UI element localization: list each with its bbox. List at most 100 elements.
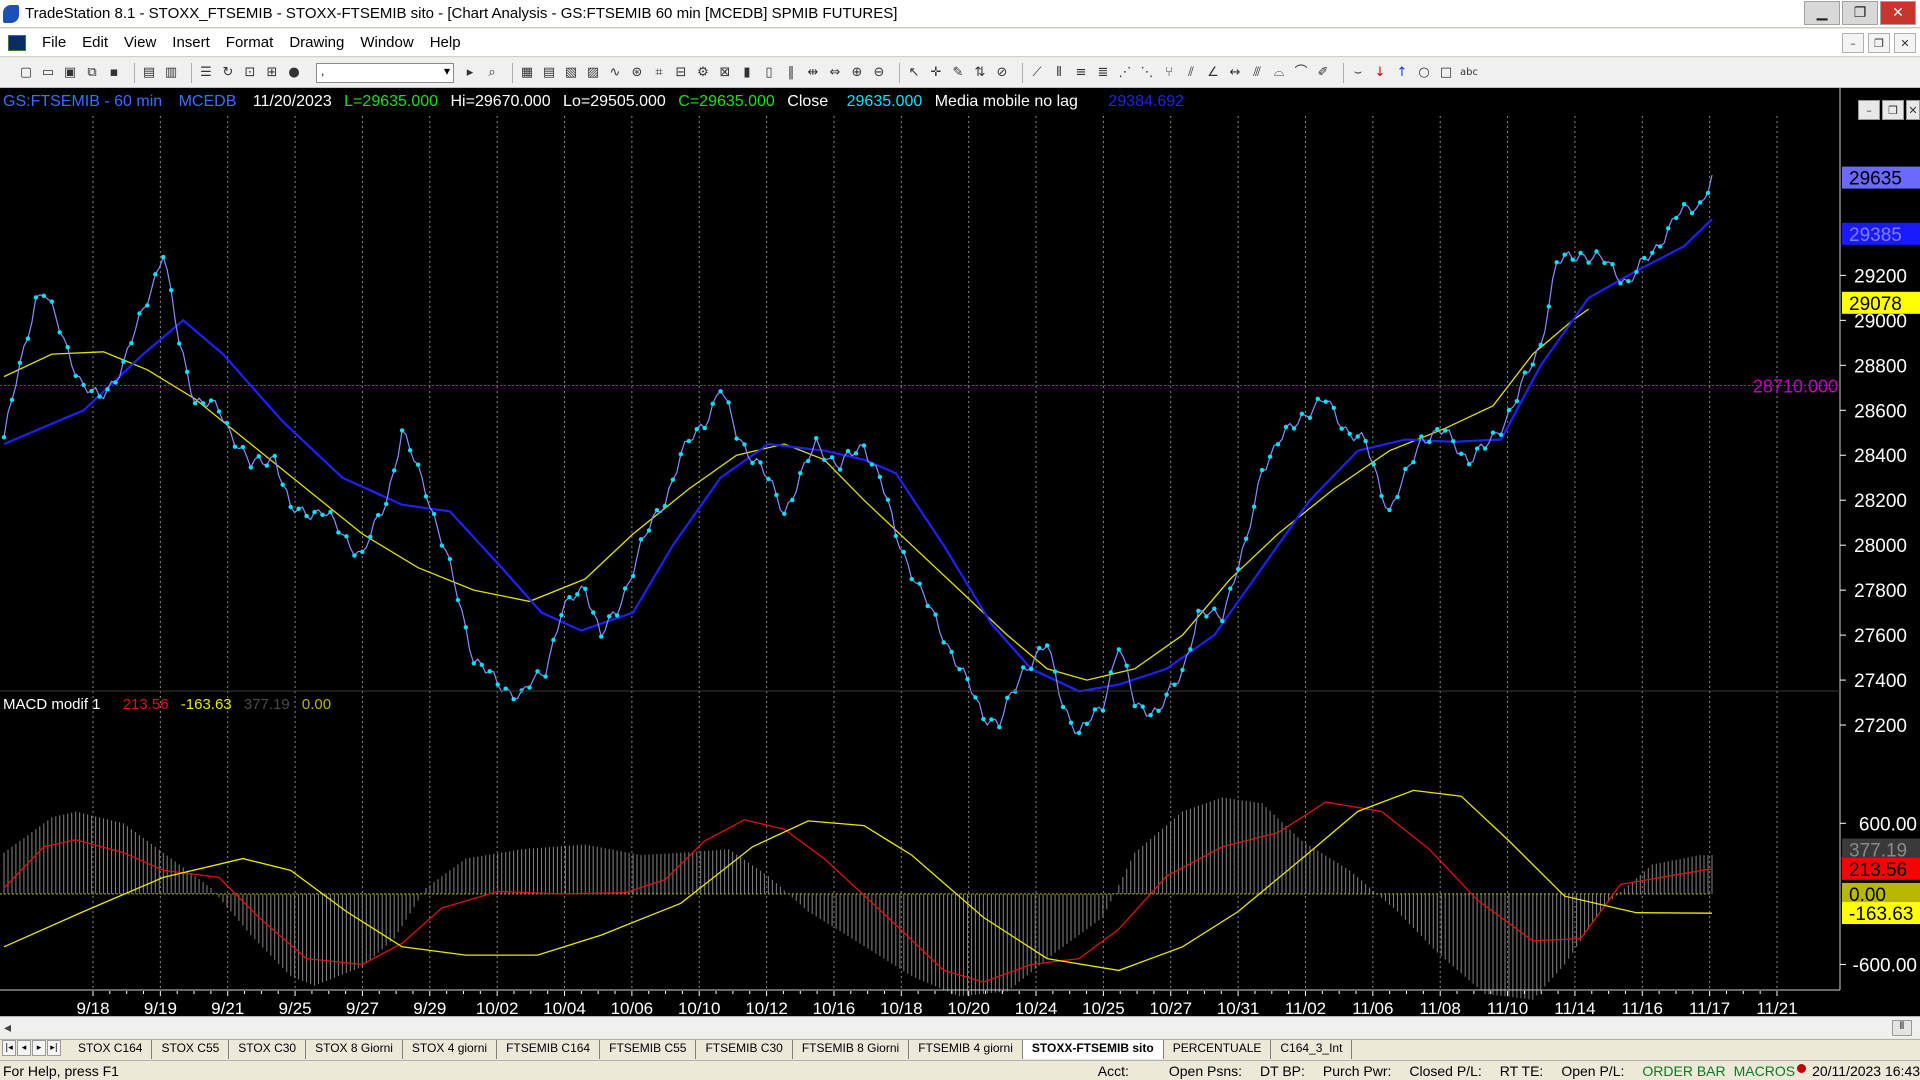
save-icon[interactable]: ▪ (106, 65, 122, 81)
status-order-bar[interactable]: ORDER BAR (1642, 1063, 1725, 1079)
menu-insert[interactable]: Insert (164, 34, 218, 51)
pencil-icon[interactable]: ✐ (1315, 65, 1331, 81)
subwindow-minimize-button[interactable]: – (1858, 100, 1880, 120)
tab-item[interactable]: STOX 8 Giorni (306, 1040, 403, 1059)
up-arrow-icon[interactable]: ↑ (1394, 65, 1410, 81)
regression-icon[interactable]: ⫽ (1183, 65, 1199, 81)
minimize-button[interactable]: ▁ (1804, 1, 1840, 25)
arc-icon[interactable]: ⌓ (1271, 65, 1287, 81)
chart-canvas[interactable]: 28710.000 27200 27400 27600 27800 28000 28200… (0, 88, 1920, 1016)
text-icon[interactable]: abc (1460, 65, 1478, 81)
tools-icon[interactable]: ✎ (950, 65, 966, 81)
menu-edit[interactable]: Edit (74, 34, 116, 51)
tab-item[interactable]: STOX C30 (229, 1040, 307, 1059)
tab-item[interactable]: FTSEMIB C55 (600, 1040, 697, 1059)
symbol-combo[interactable]: , (316, 62, 454, 83)
zoom-in-icon[interactable]: ⊕ (849, 65, 865, 81)
status-macros[interactable]: MACROS (1734, 1063, 1795, 1079)
zoom-out-icon[interactable]: ⊖ (871, 65, 887, 81)
vertical-lines-icon[interactable]: ⦀ (1051, 65, 1067, 81)
andrews-pitchfork-icon[interactable]: ⑂ (1161, 65, 1177, 81)
crosshair-icon[interactable]: ✛ (928, 65, 944, 81)
workspace-icon[interactable]: ⊞ (264, 65, 280, 81)
lock-icon[interactable]: ⊡ (242, 65, 258, 81)
horizontal-reference-line[interactable]: 28710.000 (0, 377, 1840, 397)
order-icon[interactable]: ⇅ (972, 65, 988, 81)
horizontal-lines-icon[interactable]: ≡ (1073, 65, 1089, 81)
subwindow-restore-button[interactable]: ❐ (1882, 100, 1904, 120)
document-minimize-button[interactable]: – (1842, 33, 1864, 53)
chart-analysis-window[interactable]: 28710.000 27200 27400 27600 27800 28000 28200… (0, 88, 1920, 1025)
print-icon[interactable]: ▥ (163, 65, 179, 81)
table-icon[interactable]: ▤ (541, 65, 557, 81)
parallel-lines-icon[interactable]: ⫻ (1249, 65, 1265, 81)
tab-next-icon[interactable]: ▸ (32, 1040, 46, 1056)
chart-window-icon[interactable] (8, 34, 26, 51)
scroll-thumb[interactable]: ⦀ (1892, 1020, 1912, 1036)
line-chart-icon[interactable]: ∿ (607, 65, 623, 81)
format-icon[interactable]: ⊟ (673, 65, 689, 81)
menu-format[interactable]: Format (218, 34, 282, 51)
settings-icon[interactable]: ⚙ (695, 65, 711, 81)
indicator-icon[interactable]: ⊠ (717, 65, 733, 81)
down-arrow-icon[interactable]: ↓ (1372, 65, 1388, 81)
menu-help[interactable]: Help (422, 34, 469, 51)
subwindow-close-button[interactable]: ✕ (1906, 100, 1920, 120)
tab-first-icon[interactable]: |◂ (2, 1040, 16, 1056)
close-button[interactable]: ✕ (1880, 1, 1916, 25)
chart-type-icon[interactable]: ‖ (783, 65, 799, 81)
document-restore-button[interactable]: ❐ (1868, 33, 1890, 53)
tab-item[interactable]: STOXX-FTSEMIB sito (1022, 1040, 1164, 1059)
fibonacci-icon[interactable]: ≣ (1095, 65, 1111, 81)
tab-item[interactable]: STOX C164 (69, 1040, 153, 1059)
maximize-button[interactable]: ❐ (1842, 1, 1878, 25)
bar-chart-icon[interactable]: ▮ (739, 65, 755, 81)
tab-last-icon[interactable]: ▸| (47, 1040, 61, 1056)
insert-indicator-icon[interactable]: ⌗ (651, 65, 667, 81)
search-icon[interactable]: ⌕ (484, 65, 500, 81)
menu-window[interactable]: Window (352, 34, 421, 51)
cycle-icon[interactable]: ⌒ (1293, 65, 1309, 81)
horizontal-scrollbar[interactable]: ◂ ⦀ (0, 1016, 1920, 1038)
tab-item[interactable]: C164_3_Int (1271, 1040, 1353, 1059)
menu-file[interactable]: File (34, 34, 74, 51)
scroll-icon[interactable]: ⇔ (827, 65, 843, 81)
trendline-icon[interactable]: ⟋ (1029, 65, 1045, 81)
print-preview-icon[interactable]: ▤ (141, 65, 157, 81)
new-window-icon[interactable]: ▣ (62, 65, 78, 81)
menu-view[interactable]: View (116, 34, 164, 51)
pointer-icon[interactable]: ↖ (906, 65, 922, 81)
candle-icon[interactable]: ▯ (761, 65, 777, 81)
chart-grid-icon[interactable]: ▦ (519, 65, 535, 81)
copy-icon[interactable]: ⧉ (84, 65, 100, 81)
open-folder-icon[interactable]: ▭ (40, 65, 56, 81)
document-close-button[interactable]: ✕ (1894, 33, 1916, 53)
bar-spacing-icon[interactable]: ⇹ (805, 65, 821, 81)
alert-icon[interactable]: ⊘ (994, 65, 1010, 81)
ellipse-icon[interactable]: ○ (1416, 65, 1432, 81)
shapes-icon[interactable]: ● (286, 65, 302, 81)
scroll-left-icon[interactable]: ◂ (4, 1019, 11, 1036)
new-file-icon[interactable]: ▢ (18, 65, 34, 81)
arrow-right-icon[interactable]: ▸ (462, 65, 478, 81)
angle-icon[interactable]: ∠ (1205, 65, 1221, 81)
tab-item[interactable]: FTSEMIB 4 giorni (909, 1040, 1023, 1059)
curve-icon[interactable]: ⌣ (1350, 65, 1366, 81)
radar-icon[interactable]: ▧ (563, 65, 579, 81)
tab-item[interactable]: FTSEMIB 8 Giorni (792, 1040, 910, 1059)
tab-item[interactable]: FTSEMIB C30 (696, 1040, 793, 1059)
speed-lines-icon[interactable]: ⋱ (1139, 65, 1155, 81)
tab-prev-icon[interactable]: ◂ (17, 1040, 31, 1056)
window-list-icon[interactable]: ☰ (198, 65, 214, 81)
tab-item[interactable]: STOX 4 giorni (402, 1040, 498, 1059)
scanner-icon[interactable]: ▨ (585, 65, 601, 81)
tab-item[interactable]: FTSEMIB C164 (497, 1040, 601, 1059)
menu-drawing[interactable]: Drawing (281, 34, 352, 51)
rectangle-icon[interactable]: □ (1438, 65, 1454, 81)
ruler-icon[interactable]: ↔ (1227, 65, 1243, 81)
insert-study-icon[interactable]: ⊛ (629, 65, 645, 81)
tab-item[interactable]: PERCENTUALE (1163, 1040, 1272, 1059)
tab-item[interactable]: STOX C55 (152, 1040, 230, 1059)
gann-fan-icon[interactable]: ⋰ (1117, 65, 1133, 81)
refresh-icon[interactable]: ↻ (220, 65, 236, 81)
